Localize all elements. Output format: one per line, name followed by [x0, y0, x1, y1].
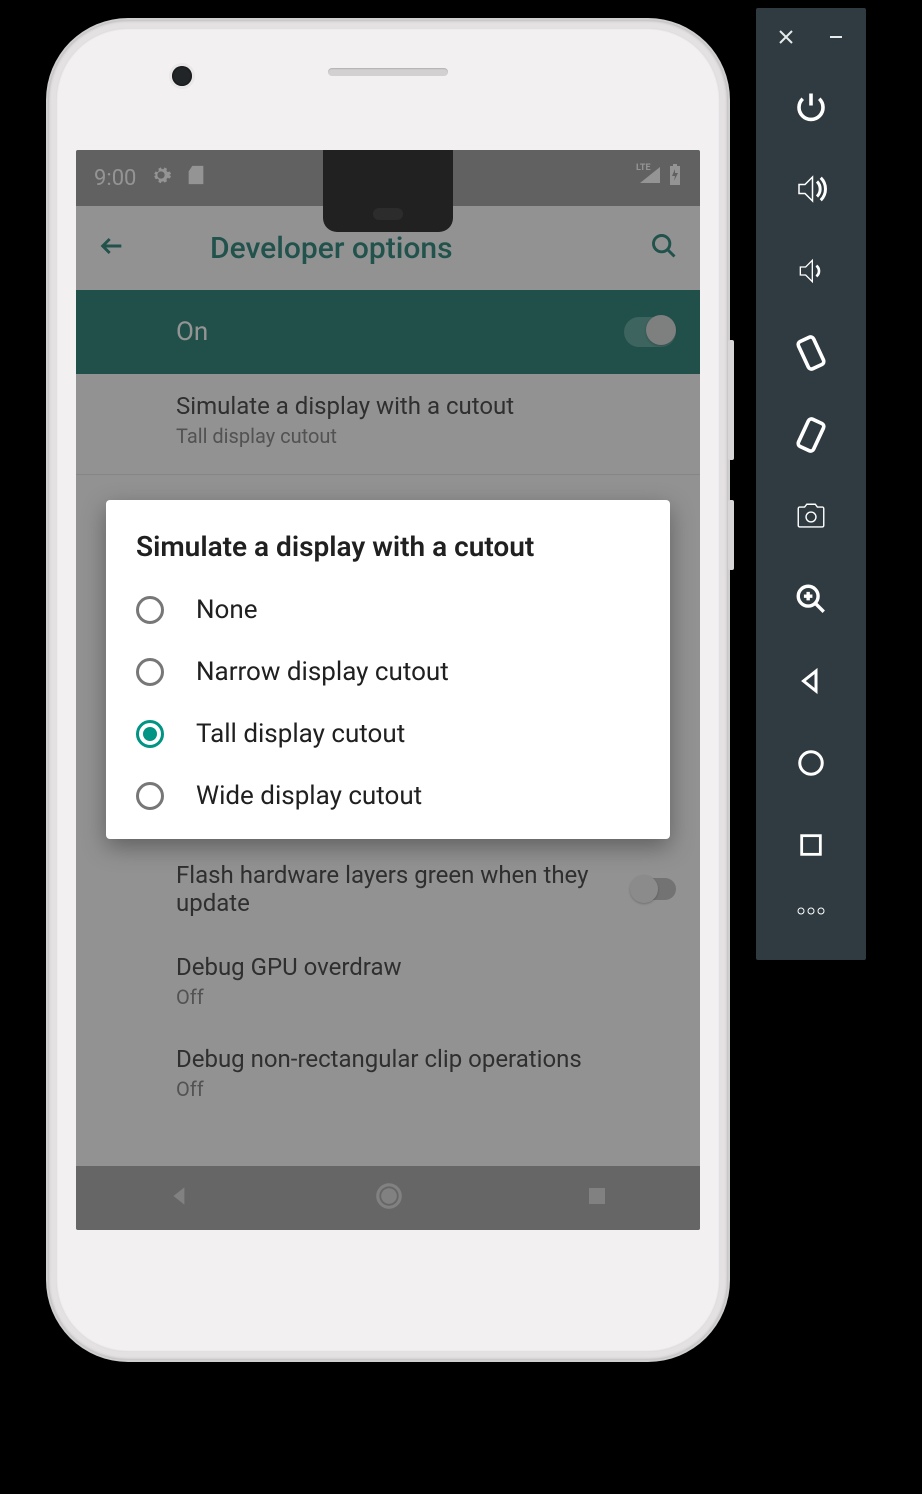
- dialog-option-none[interactable]: None: [106, 579, 670, 641]
- zoom-button[interactable]: [756, 558, 866, 640]
- radio-icon: [136, 596, 164, 624]
- dialog-option-narrow[interactable]: Narrow display cutout: [106, 641, 670, 703]
- device-frame: 9:00 LTE Developer options: [48, 20, 728, 1360]
- dialog-title: Simulate a display with a cutout: [106, 530, 670, 579]
- dialog-option-label: Narrow display cutout: [196, 657, 449, 687]
- rotate-right-button[interactable]: [756, 394, 866, 476]
- volume-up-button[interactable]: [756, 148, 866, 230]
- radio-icon: [136, 658, 164, 686]
- dialog-option-label: None: [196, 595, 258, 625]
- device-screen: 9:00 LTE Developer options: [76, 150, 700, 1230]
- overview-button[interactable]: [756, 804, 866, 886]
- rotate-left-button[interactable]: [756, 312, 866, 394]
- close-icon[interactable]: [778, 26, 794, 50]
- volume-down-button[interactable]: [756, 230, 866, 312]
- home-button[interactable]: [756, 722, 866, 804]
- dialog-option-wide[interactable]: Wide display cutout: [106, 765, 670, 827]
- screenshot-button[interactable]: [756, 476, 866, 558]
- back-button[interactable]: [756, 640, 866, 722]
- dialog-option-tall[interactable]: Tall display cutout: [106, 703, 670, 765]
- emulator-toolbar: [756, 8, 866, 960]
- device-speaker: [328, 68, 448, 76]
- more-button[interactable]: [756, 886, 866, 936]
- cutout-options-dialog: Simulate a display with a cutout None Na…: [106, 500, 670, 839]
- radio-icon: [136, 782, 164, 810]
- dialog-option-label: Tall display cutout: [196, 719, 405, 749]
- radio-icon-selected: [136, 720, 164, 748]
- minimize-icon[interactable]: [828, 26, 844, 50]
- dialog-option-label: Wide display cutout: [196, 781, 422, 811]
- power-button[interactable]: [756, 66, 866, 148]
- device-camera: [172, 66, 192, 86]
